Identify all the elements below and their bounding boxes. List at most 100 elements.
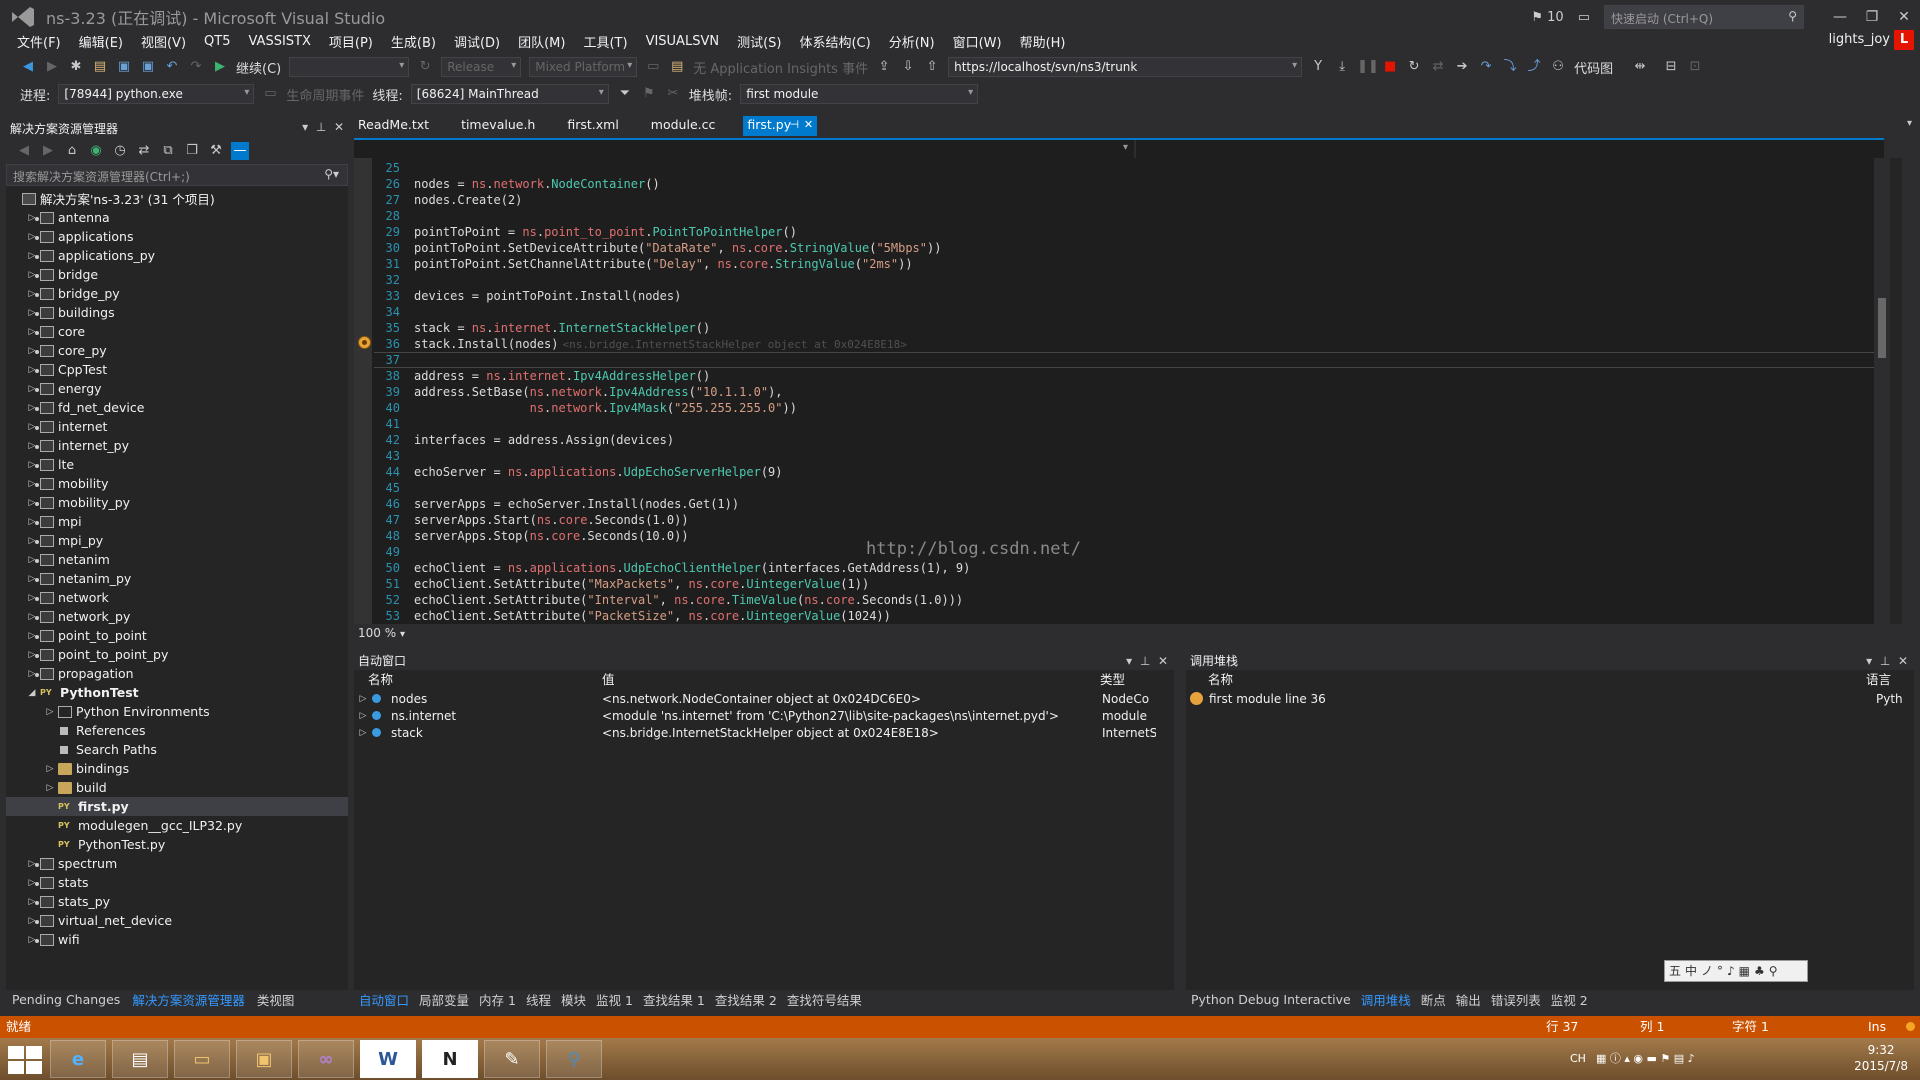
tree-item[interactable]: ▷ lte bbox=[6, 455, 348, 474]
tray-icons[interactable]: ▦ ⓘ ▴ ◉ ▬ ⚑ ▤ ♪ bbox=[1596, 1050, 1695, 1066]
code-map-icon[interactable]: ⚇ bbox=[1549, 58, 1567, 76]
code-line[interactable]: 51 echoClient.SetAttribute("MaxPackets", … bbox=[374, 576, 1874, 592]
tree-item[interactable]: ▷ mobility_py bbox=[6, 493, 348, 512]
tool-tab[interactable]: 模块 bbox=[556, 990, 591, 1009]
step-in-icon[interactable]: ⤵ bbox=[1501, 58, 1519, 76]
status-notification-icon[interactable] bbox=[1906, 1022, 1915, 1031]
tool-tab[interactable]: 错误列表 bbox=[1486, 990, 1546, 1009]
stack-frame-combo[interactable]: first module ▾ bbox=[740, 84, 979, 104]
tree-item[interactable]: ▷ bindings bbox=[6, 759, 348, 778]
tree-item[interactable]: ▷ Python Environments bbox=[6, 702, 348, 721]
tree-item[interactable]: ▷ antenna bbox=[6, 208, 348, 227]
svn-commit-icon[interactable]: ⇧ bbox=[923, 58, 941, 76]
close-icon[interactable]: ✕ bbox=[1158, 654, 1168, 668]
call-stack-row[interactable]: first module line 36 Pyth bbox=[1186, 690, 1914, 707]
tree-item[interactable]: ▷ mpi_py bbox=[6, 531, 348, 550]
tool-tab[interactable]: 自动窗口 bbox=[354, 990, 414, 1009]
preview-icon[interactable]: — bbox=[231, 142, 249, 160]
column-name[interactable]: 名称 bbox=[354, 670, 598, 690]
tool-tab[interactable]: 监视 2 bbox=[1546, 990, 1593, 1009]
tree-item[interactable]: ▷ core bbox=[6, 322, 348, 341]
stop-icon[interactable]: ■ bbox=[1381, 58, 1399, 76]
code-line[interactable]: 39 address.SetBase(ns.network.Ipv4Address… bbox=[374, 384, 1874, 400]
code-line[interactable]: 49 bbox=[374, 544, 1874, 560]
solution-search-input[interactable]: 搜索解决方案资源管理器(Ctrl+;) ⚲▾ bbox=[6, 164, 348, 186]
notifications-flag[interactable]: ⚑ 10 bbox=[1531, 10, 1563, 25]
tree-item[interactable]: References bbox=[6, 721, 348, 740]
close-tab-icon[interactable]: ✕ bbox=[804, 116, 813, 134]
python-icon[interactable]: ⚲ bbox=[546, 1040, 602, 1078]
zoom-dropdown-icon[interactable]: ▾ bbox=[400, 629, 405, 640]
dropdown-icon[interactable]: ▾ bbox=[302, 120, 308, 134]
autos-row[interactable]: ▷ ns.internet <module 'ns.internet' from '… bbox=[354, 707, 1174, 724]
copy-icon[interactable]: ❐ bbox=[183, 142, 201, 160]
tree-item[interactable]: ▷ propagation bbox=[6, 664, 348, 683]
scroll-map-strip[interactable] bbox=[1890, 158, 1902, 624]
quick-launch-input[interactable]: 快速启动 (Ctrl+Q) ⚲ bbox=[1604, 5, 1804, 29]
attach-icon[interactable]: ▭ bbox=[644, 58, 662, 76]
tree-item[interactable]: ▷ applications_py bbox=[6, 246, 348, 265]
tree-item[interactable]: ▷ build bbox=[6, 778, 348, 797]
tree-item[interactable]: ▷ internet bbox=[6, 417, 348, 436]
redo-icon[interactable]: ↷ bbox=[187, 58, 205, 76]
lifecycle-events-button[interactable]: 生命周期事件 bbox=[286, 85, 364, 104]
step-over-icon[interactable]: ↷ bbox=[1477, 58, 1495, 76]
process-combo[interactable]: [78944] python.exe ▾ bbox=[58, 84, 255, 104]
history-icon[interactable]: ◷ bbox=[111, 142, 129, 160]
menu-vassistx[interactable]: VASSISTX bbox=[239, 34, 319, 49]
tab-module-cc[interactable]: module.cc bbox=[647, 116, 730, 136]
tab-first-xml[interactable]: first.xml bbox=[563, 116, 632, 136]
tree-item[interactable]: ▷ core_py bbox=[6, 341, 348, 360]
tree-item[interactable]: ▷ CppTest bbox=[6, 360, 348, 379]
tree-item[interactable]: ▷ stats bbox=[6, 873, 348, 892]
code-line[interactable]: 46 serverApps = echoServer.Install(nodes.… bbox=[374, 496, 1874, 512]
code-line[interactable]: 32 bbox=[374, 272, 1874, 288]
code-line[interactable]: 25 bbox=[374, 160, 1874, 176]
menu-project[interactable]: 项目(P) bbox=[320, 32, 382, 51]
expand-arrow-icon[interactable]: ▷ bbox=[354, 728, 368, 738]
tree-item[interactable]: ▷ point_to_point_py bbox=[6, 645, 348, 664]
column-name[interactable]: 名称 bbox=[1186, 670, 1866, 690]
menu-architecture[interactable]: 体系结构(C) bbox=[790, 32, 879, 51]
code-line[interactable]: 31 pointToPoint.SetChannelAttribute("Dela… bbox=[374, 256, 1874, 272]
code-editor[interactable]: 25 26 nodes = ns.network.NodeContainer() 27… bbox=[354, 158, 1890, 624]
code-line[interactable]: 44 echoServer = ns.applications.UdpEchoSe… bbox=[374, 464, 1874, 480]
dropdown-icon[interactable]: ▾ bbox=[1866, 654, 1872, 668]
code-line[interactable]: 30 pointToPoint.SetDeviceAttribute("DataR… bbox=[374, 240, 1874, 256]
menu-file[interactable]: 文件(F) bbox=[8, 32, 70, 51]
tree-item[interactable]: ▷ spectrum bbox=[6, 854, 348, 873]
tree-item[interactable]: ▷ internet_py bbox=[6, 436, 348, 455]
toolbar-options-icon[interactable]: ⊡ bbox=[1686, 58, 1704, 76]
tree-item[interactable]: ▷ network_py bbox=[6, 607, 348, 626]
tool-tab[interactable]: 局部变量 bbox=[414, 990, 474, 1009]
expand-arrow-icon[interactable]: ▷ bbox=[44, 707, 56, 717]
back-icon[interactable]: ◀ bbox=[15, 142, 33, 160]
tab-readme[interactable]: ReadMe.txt bbox=[354, 116, 443, 136]
tree-item[interactable]: ▷ wifi bbox=[6, 930, 348, 949]
close-icon[interactable]: ✕ bbox=[334, 120, 344, 134]
tab-first-py[interactable]: first.py ⊣ ✕ bbox=[743, 116, 818, 136]
dropdown-icon[interactable]: ▾ bbox=[1126, 654, 1132, 668]
code-line[interactable]: 28 bbox=[374, 208, 1874, 224]
user-name[interactable]: lights_joy bbox=[1829, 32, 1890, 47]
menu-qt5[interactable]: QT5 bbox=[195, 34, 239, 49]
column-type[interactable]: 类型 bbox=[1096, 670, 1156, 690]
tree-item[interactable]: ▷ netanim bbox=[6, 550, 348, 569]
home-icon[interactable]: ⌂ bbox=[63, 142, 81, 160]
close-icon[interactable]: ✕ bbox=[1898, 654, 1908, 668]
tree-item[interactable]: ◢ PY PythonTest bbox=[6, 683, 348, 702]
tool-tab[interactable]: 调用堆栈 bbox=[1356, 990, 1416, 1009]
tabs-overflow-icon[interactable]: ▾ bbox=[1907, 118, 1912, 129]
thread-combo[interactable]: [68624] MainThread ▾ bbox=[410, 84, 609, 104]
show-next-statement-icon[interactable]: ⇄ bbox=[1429, 58, 1447, 76]
tab-timevalue[interactable]: timevalue.h bbox=[457, 116, 549, 136]
code-line[interactable]: 50 echoClient = ns.applications.UdpEchoCl… bbox=[374, 560, 1874, 576]
tool-tab[interactable]: 内存 1 bbox=[474, 990, 521, 1009]
breakpoint-current-line-icon[interactable] bbox=[358, 336, 371, 349]
hex-display-icon[interactable]: ⇹ bbox=[1631, 58, 1649, 76]
word-icon[interactable]: W bbox=[360, 1040, 416, 1078]
tree-item[interactable]: ▷ virtual_net_device bbox=[6, 911, 348, 930]
paint-icon[interactable]: ✎ bbox=[484, 1040, 540, 1078]
tab-solution-explorer[interactable]: 解决方案资源管理器 bbox=[126, 990, 251, 1009]
start-button[interactable] bbox=[6, 1044, 44, 1074]
